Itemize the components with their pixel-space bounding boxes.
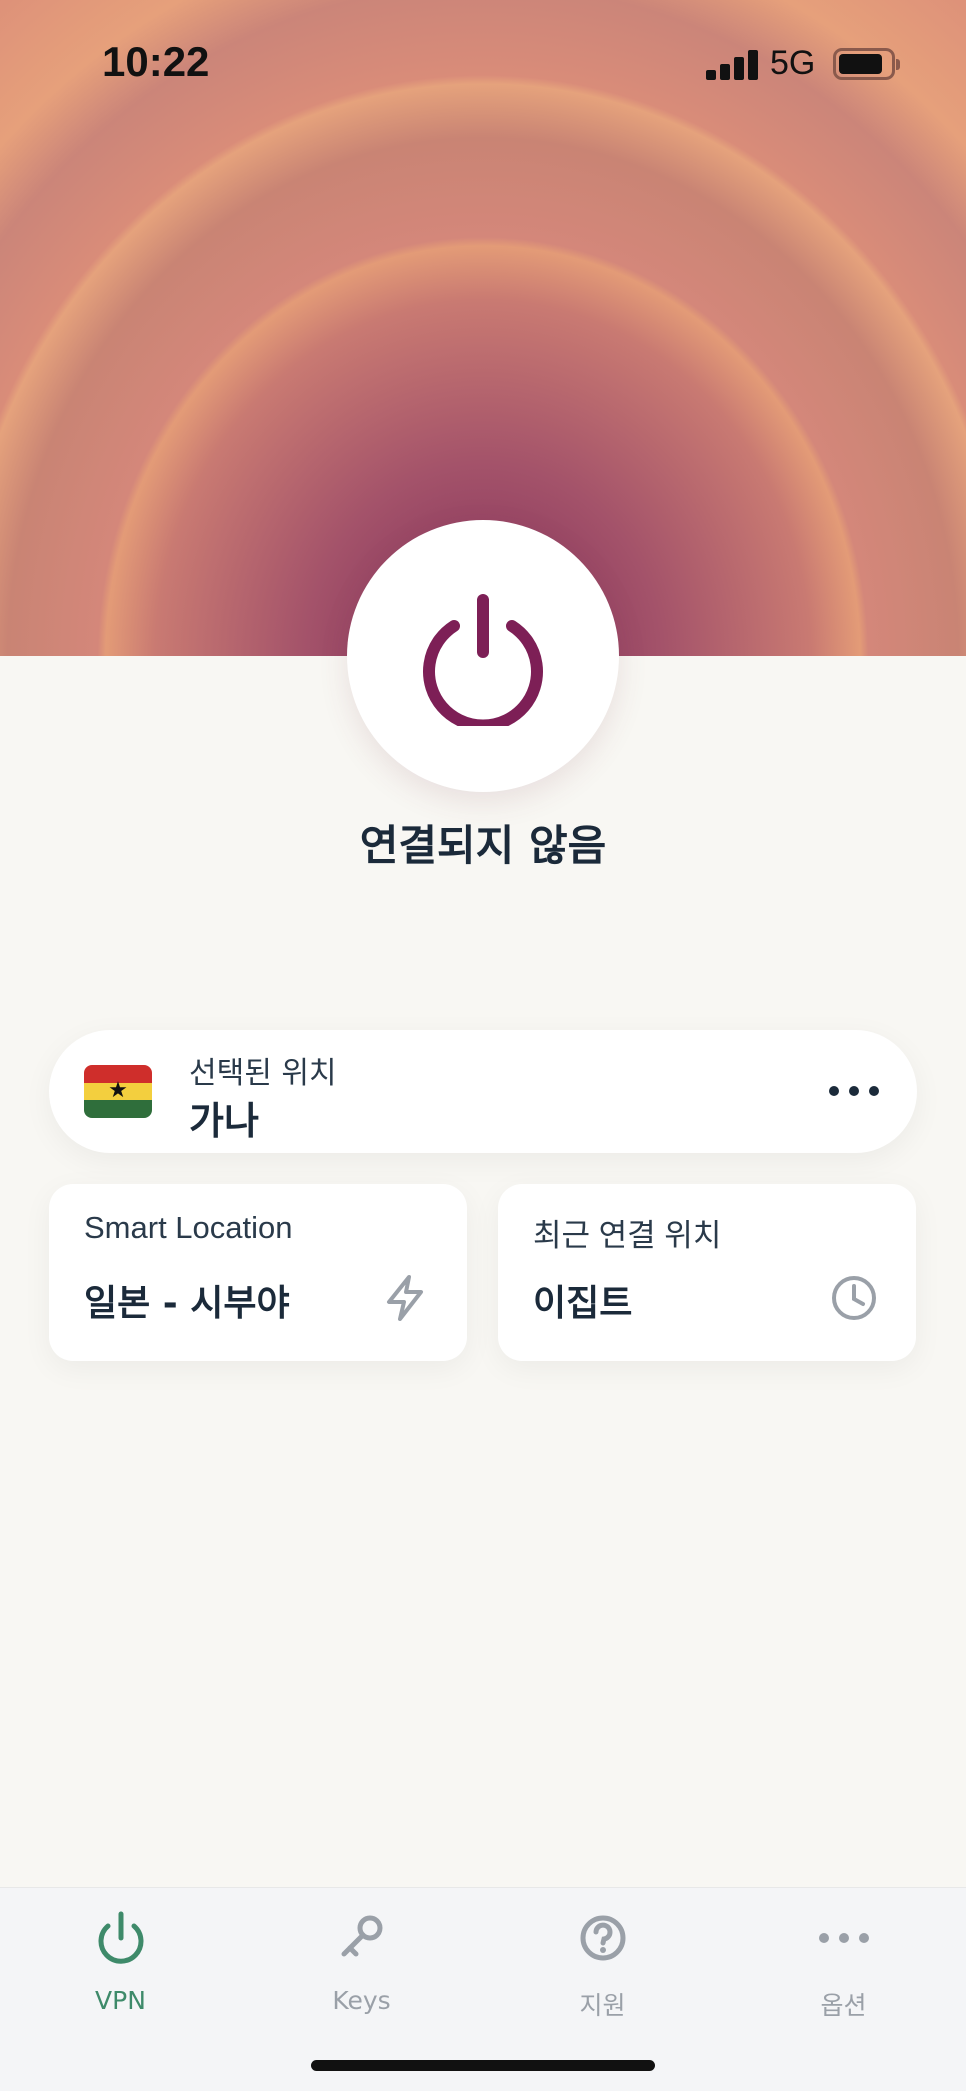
clock-icon bbox=[832, 1276, 876, 1320]
tab-support[interactable]: 지원 bbox=[482, 1888, 723, 2038]
more-icon bbox=[819, 1933, 869, 1943]
ghana-flag-icon: ★ bbox=[84, 1065, 152, 1118]
tab-keys[interactable]: Keys bbox=[241, 1888, 482, 2038]
status-time: 10:22 bbox=[102, 38, 210, 85]
tab-vpn[interactable]: VPN bbox=[0, 1888, 241, 2038]
signal-icon bbox=[706, 48, 758, 80]
smart-location-tile[interactable]: Smart Location 일본 - 시부야 bbox=[49, 1184, 467, 1361]
tab-support-label: 지원 bbox=[579, 1991, 626, 2020]
more-options-button[interactable] bbox=[829, 1072, 879, 1108]
key-icon bbox=[341, 1915, 383, 1957]
tab-options-label: 옵션 bbox=[820, 1991, 867, 2020]
selected-location-card[interactable]: ★ 선택된 위치 가나 bbox=[49, 1030, 917, 1153]
home-indicator bbox=[311, 2060, 655, 2071]
smart-location-label: Smart Location bbox=[84, 1210, 293, 1245]
lightning-icon bbox=[387, 1275, 423, 1321]
smart-location-value: 일본 - 시부야 bbox=[84, 1283, 290, 1324]
tab-keys-label: Keys bbox=[332, 1986, 391, 2015]
recent-location-tile[interactable]: 최근 연결 위치 이집트 bbox=[498, 1184, 916, 1361]
recent-location-label: 최근 연결 위치 bbox=[533, 1218, 722, 1253]
battery-icon bbox=[833, 48, 900, 80]
power-icon bbox=[423, 594, 543, 726]
tab-vpn-label: VPN bbox=[95, 1986, 146, 2015]
recent-location-value: 이집트 bbox=[533, 1283, 633, 1324]
network-type: 5G bbox=[770, 44, 816, 82]
connection-status: 연결되지 않음 bbox=[359, 821, 607, 870]
power-icon bbox=[98, 1911, 144, 1964]
selected-location-value: 가나 bbox=[189, 1099, 259, 1143]
status-bar: 10:22 5G bbox=[0, 0, 966, 130]
tab-options[interactable]: 옵션 bbox=[723, 1888, 964, 2038]
help-icon bbox=[580, 1915, 626, 1961]
connect-power-button[interactable] bbox=[347, 520, 619, 792]
selected-location-label: 선택된 위치 bbox=[189, 1056, 337, 1091]
